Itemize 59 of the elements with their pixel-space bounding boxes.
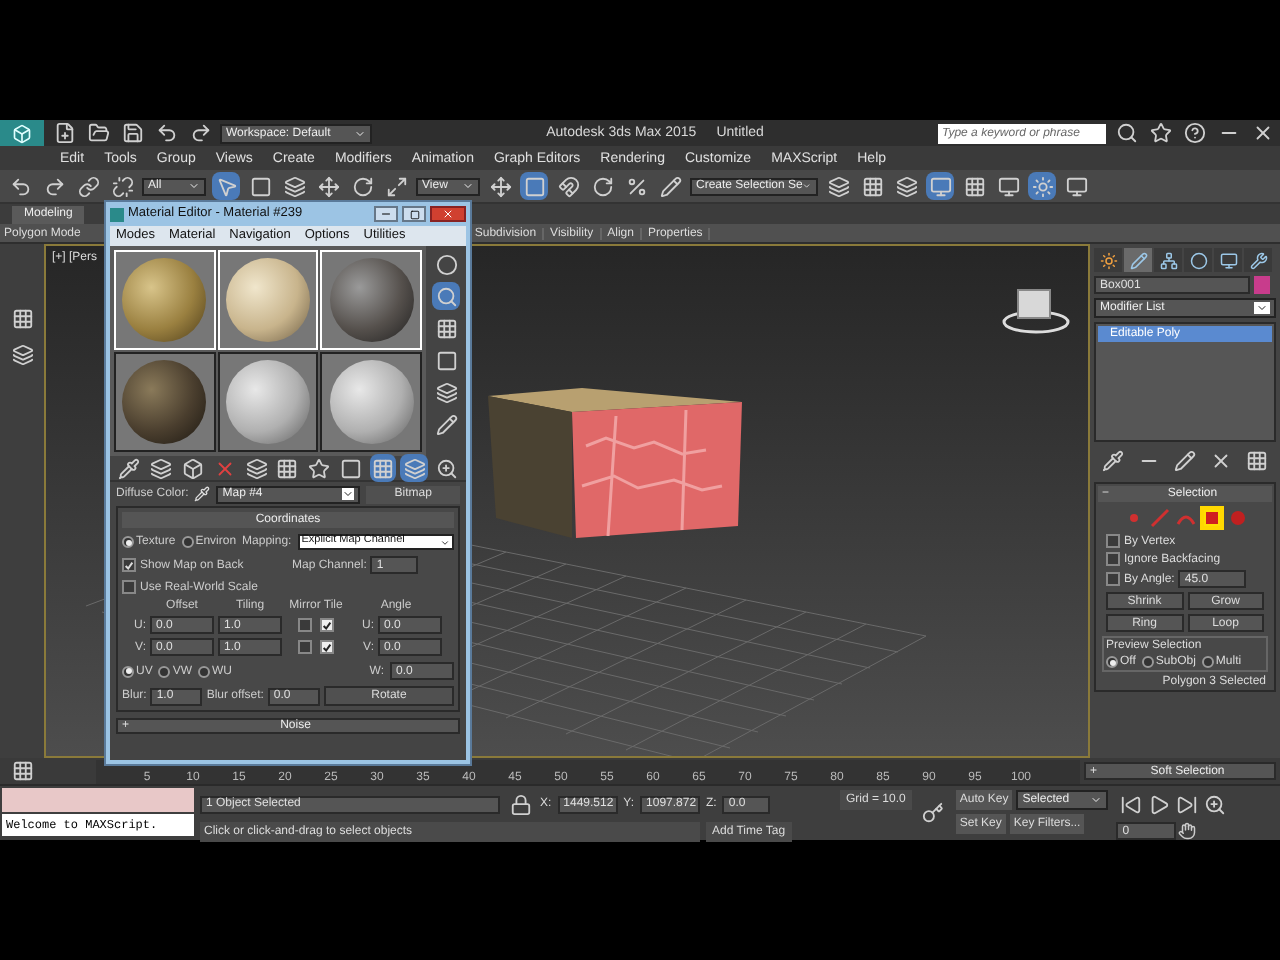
object-color-swatch[interactable] [1254,276,1270,294]
utilities-tab[interactable] [1244,248,1272,272]
listener-input[interactable] [2,788,194,812]
layer-icon[interactable] [8,340,36,368]
angle-snap-icon[interactable] [588,172,616,200]
radio-button[interactable] [1106,656,1118,668]
help-icon[interactable] [1180,119,1208,147]
checkbox[interactable] [320,618,334,632]
maximize-icon[interactable] [402,206,426,222]
hierarchy-tab[interactable] [1154,248,1182,272]
checkbox[interactable] [1106,572,1120,586]
caret-icon[interactable] [1256,302,1268,314]
caret-icon[interactable] [440,537,450,547]
checkbox[interactable] [1106,552,1120,566]
radio-button[interactable] [158,665,171,677]
region-icon[interactable] [246,172,274,200]
polygon-level-icon[interactable] [1199,506,1223,530]
unlink-icon[interactable] [108,172,136,200]
sample-slot[interactable] [217,352,319,452]
display-tab[interactable] [1214,248,1242,272]
checkbox[interactable] [298,640,312,654]
layer-icon[interactable] [892,172,920,200]
radio-button[interactable] [198,665,211,677]
app-logo-icon[interactable] [0,120,44,146]
checkbox[interactable] [1106,534,1120,548]
radio-button[interactable] [122,536,134,548]
open-icon[interactable] [84,119,112,147]
caret-icon[interactable] [342,488,355,500]
motion-tab[interactable] [1184,248,1212,272]
viewcube-icon[interactable] [1002,289,1070,334]
checkbox[interactable] [298,618,312,632]
select-icon[interactable] [212,172,240,200]
key-icon[interactable] [919,799,948,827]
save-icon[interactable] [118,119,146,147]
radio-button[interactable] [122,665,134,677]
radio-button[interactable] [1201,656,1214,668]
checkbox[interactable] [122,580,136,594]
pan-icon[interactable] [1178,822,1197,840]
eyedropper-icon[interactable] [194,486,211,502]
radio-button[interactable] [1141,656,1154,668]
star-icon[interactable] [1146,119,1174,147]
sample-slot[interactable] [320,352,422,452]
scale-icon[interactable] [382,172,410,200]
link-icon[interactable] [74,172,102,200]
render-frame-icon[interactable] [994,172,1022,200]
checkbox[interactable] [122,558,136,572]
rotate-icon[interactable] [348,172,376,200]
radio-button[interactable] [181,536,194,548]
create-tab[interactable] [1094,248,1122,272]
app-icon [110,207,124,221]
textured-cube[interactable] [488,388,742,538]
snap-icon[interactable] [554,172,582,200]
lock-icon[interactable] [506,790,534,818]
modify-tab[interactable] [1124,248,1152,272]
close-icon[interactable] [430,206,466,222]
render-icon[interactable] [1028,172,1056,200]
zoom-icon[interactable] [1200,790,1229,818]
checkbox[interactable] [320,640,334,654]
move-icon[interactable] [314,172,342,200]
